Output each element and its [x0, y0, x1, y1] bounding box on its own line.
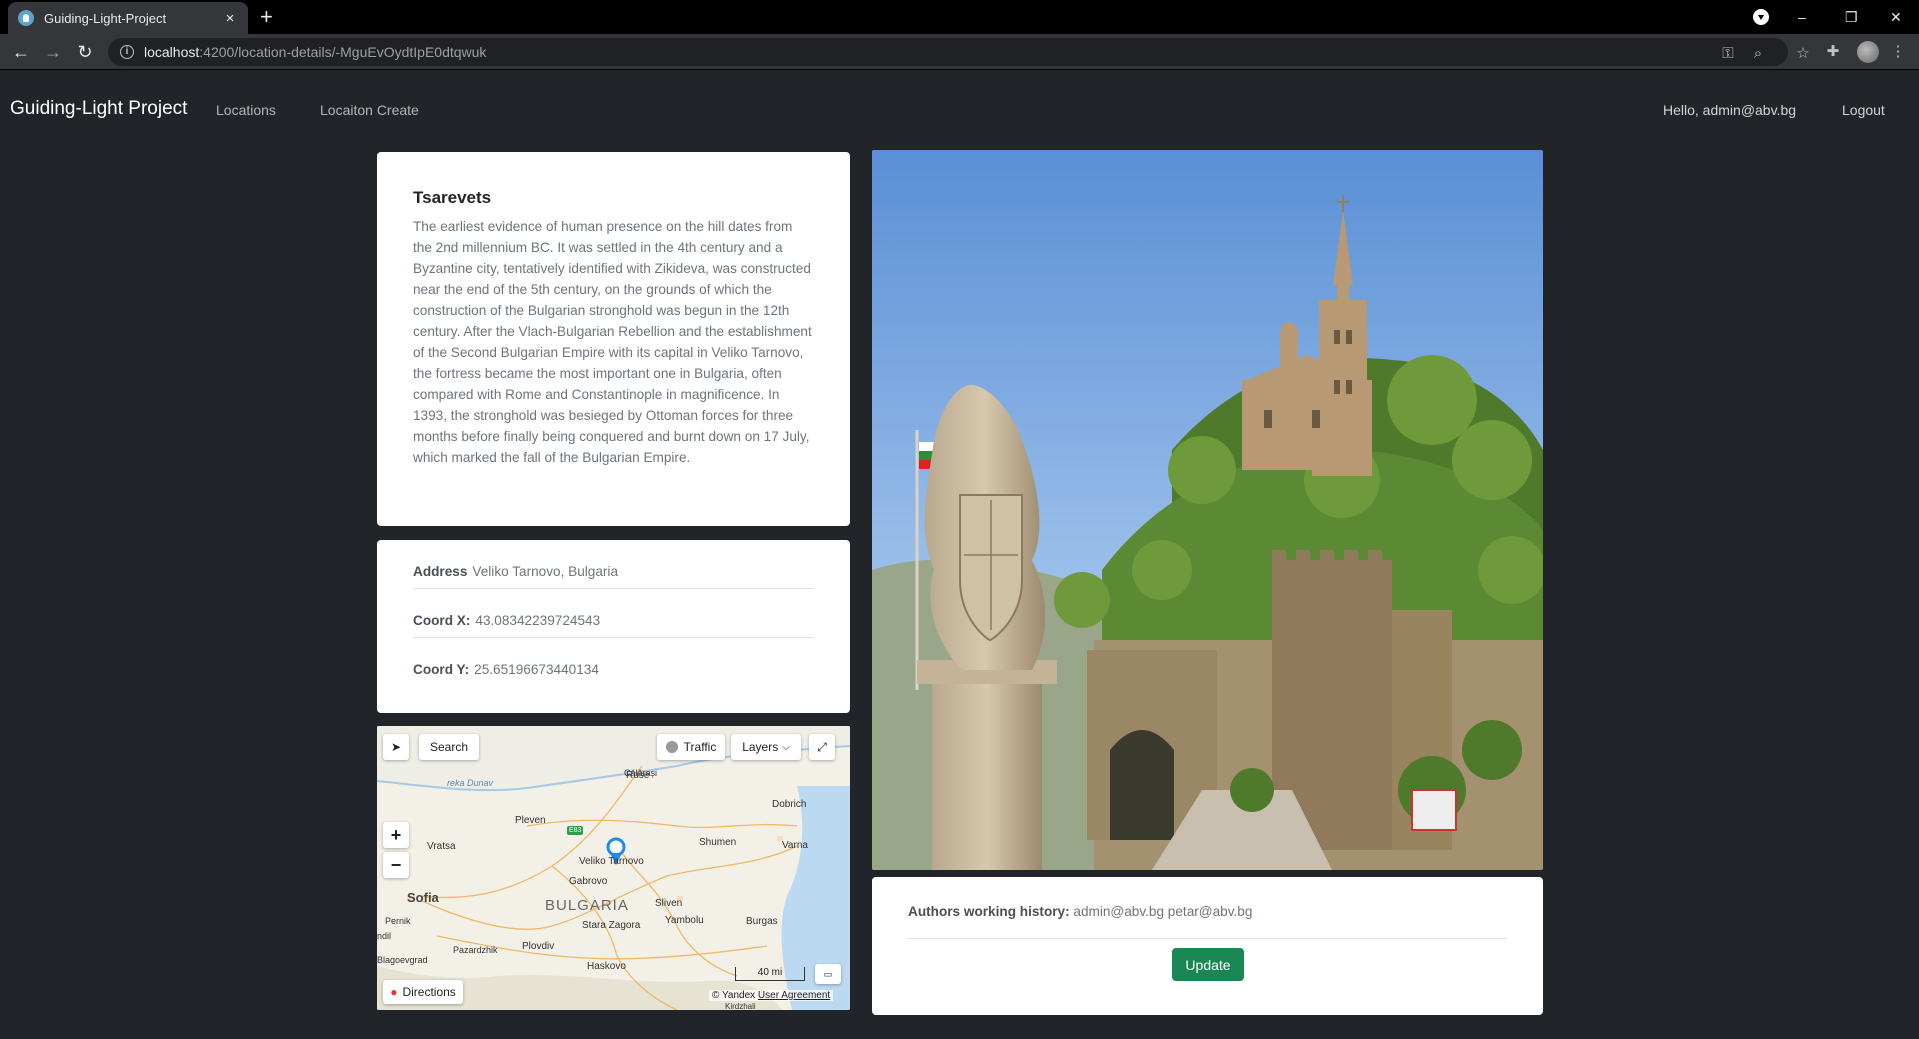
close-window-button[interactable]: ✕: [1890, 0, 1902, 34]
map-label-danube: reka Dunav: [447, 778, 494, 788]
address-bar[interactable]: i localhost :4200/location-details/-MguE…: [108, 38, 1810, 66]
site-favicon-icon: [18, 10, 34, 26]
browser-toolbar: ← → ↻ i localhost :4200/location-details…: [0, 34, 1919, 70]
description-card: Tsarevets The earliest evidence of human…: [377, 152, 850, 526]
location-title: Tsarevets: [413, 188, 492, 207]
coord-x-value: 43.08342239724543: [475, 612, 601, 628]
map-label-plovdiv: Plovdiv: [522, 941, 555, 952]
url-host: localhost: [144, 44, 200, 60]
map-label-gabrovo: Gabrovo: [569, 876, 608, 887]
map-label-shumen: Shumen: [699, 837, 737, 848]
back-arrow-icon[interactable]: ←: [10, 41, 32, 63]
map-label-sliven: Sliven: [655, 898, 683, 909]
location-description: The earliest evidence of human presence …: [413, 219, 812, 465]
location-info-card: Address Veliko Tarnovo, Bulgaria Coord X…: [377, 540, 850, 713]
logout-link[interactable]: Logout: [1842, 102, 1885, 118]
zoom-icon[interactable]: ⌕: [1748, 44, 1768, 64]
bookmark-star-icon[interactable]: ☆: [1793, 44, 1813, 64]
zoom-out-button[interactable]: −: [383, 852, 409, 878]
geolocate-arrow-icon[interactable]: ➤: [383, 734, 409, 760]
url-path: :4200/location-details/-MguEvOydtIpE0dtq…: [199, 44, 487, 60]
address-value: Veliko Tarnovo, Bulgaria: [472, 563, 619, 579]
authors-label: Authors working history:: [908, 904, 1070, 919]
authors-card: Authors working history: admin@abv.bg pe…: [872, 877, 1543, 1015]
tab-close-icon[interactable]: ×: [222, 10, 238, 27]
nav-link-locations[interactable]: Locations: [216, 102, 276, 118]
map-layers-button[interactable]: Layers ⌵: [731, 734, 801, 760]
forward-arrow-icon[interactable]: →: [42, 41, 64, 63]
map-label-pleven: Pleven: [515, 815, 546, 826]
browser-tab[interactable]: Guiding-Light-Project ×: [8, 2, 248, 34]
map-label-pazardzhik: Pazardzhik: [453, 945, 498, 955]
map-label-haskovo: Haskovo: [587, 961, 626, 972]
map-directions-button[interactable]: ● Directions: [383, 980, 463, 1004]
ruler-icon[interactable]: ▭: [815, 964, 841, 984]
new-tab-button[interactable]: +: [260, 4, 273, 30]
map-traffic-button[interactable]: Traffic: [657, 734, 725, 760]
map-search-button[interactable]: Search: [419, 734, 479, 760]
page-content: Tsarevets The earliest evidence of human…: [0, 150, 1919, 1039]
user-greeting: Hello, admin@abv.bg: [1663, 102, 1797, 118]
map-layers-label: Layers: [742, 740, 779, 754]
map-label-kirdzhali: Kirdzhali: [725, 1002, 756, 1010]
map-label-ndil: ndil: [377, 931, 392, 941]
map-label-varna: Varna: [782, 840, 808, 851]
location-map[interactable]: Călărași reka Dunav Ruse Dobrich Pleven …: [377, 726, 850, 1010]
app-navbar: Guiding-Light Project Locations Locaiton…: [0, 70, 1919, 152]
map-label-stara-zagora: Stara Zagora: [582, 920, 641, 931]
authors-names: admin@abv.bg petar@abv.bg: [1073, 904, 1253, 919]
map-scale-bar: 40 mi: [735, 967, 805, 981]
profile-avatar[interactable]: [1857, 41, 1879, 63]
update-button[interactable]: Update: [1172, 948, 1244, 981]
brand-logo[interactable]: Guiding-Light Project: [10, 98, 187, 120]
map-label-bulgaria: BULGARIA: [545, 897, 629, 914]
map-attribution: © Yandex User Agreement: [709, 990, 834, 1001]
tab-search-icon[interactable]: [1753, 9, 1769, 25]
site-info-icon[interactable]: i: [120, 45, 134, 59]
minimize-button[interactable]: –: [1798, 0, 1806, 34]
browser-tab-bar: Guiding-Light-Project × + – ❐ ✕: [0, 0, 1919, 34]
key-icon[interactable]: ⚿: [1718, 44, 1738, 64]
browser-menu-icon[interactable]: ⋮: [1888, 42, 1908, 62]
map-label-pernik: Pernik: [385, 916, 411, 926]
location-photo: [872, 150, 1543, 870]
authors-history-row: Authors working history: admin@abv.bg pe…: [908, 877, 1507, 939]
reload-icon[interactable]: ↻: [74, 41, 96, 63]
map-label-yambolu: Yambolu: [665, 915, 704, 926]
map-directions-label: Directions: [402, 985, 456, 999]
map-label-e83: E83: [569, 827, 582, 834]
fullscreen-expand-icon[interactable]: ⤢: [809, 734, 835, 760]
coord-y-row: Coord Y: 25.65196673440134: [413, 638, 814, 687]
map-label-blagoevgrad: Blagoevgrad: [377, 955, 428, 965]
map-label-veliko-tarnovo: Veliko Tarnovo: [579, 856, 644, 867]
map-label-sofia: Sofia: [407, 890, 439, 905]
tsarevets-photo: [872, 150, 1543, 870]
coord-y-value: 25.65196673440134: [474, 662, 599, 677]
zoom-in-button[interactable]: +: [383, 822, 409, 848]
user-agreement-link[interactable]: User Agreement: [758, 990, 830, 1001]
map-label-dobrich: Dobrich: [772, 799, 807, 810]
address-row: Address Veliko Tarnovo, Bulgaria: [413, 540, 814, 589]
directions-pin-icon: ●: [390, 985, 398, 999]
extensions-puzzle-icon[interactable]: ✚: [1823, 42, 1843, 62]
traffic-light-icon: [665, 741, 678, 753]
map-label-burgas: Burgas: [746, 916, 778, 927]
nav-link-location-create[interactable]: Locaiton Create: [320, 102, 419, 118]
coord-y-label: Coord Y:: [413, 662, 470, 677]
chevron-down-icon: ⌵: [782, 741, 790, 753]
map-label-vratsa: Vratsa: [427, 841, 456, 852]
coord-x-label: Coord X:: [413, 612, 471, 628]
coord-x-row: Coord X: 43.08342239724543: [413, 589, 814, 638]
map-label-ruse: Ruse: [626, 770, 650, 781]
address-label: Address: [413, 563, 468, 579]
restore-button[interactable]: ❐: [1845, 0, 1858, 34]
tab-title: Guiding-Light-Project: [44, 10, 167, 26]
map-traffic-label: Traffic: [683, 740, 717, 754]
